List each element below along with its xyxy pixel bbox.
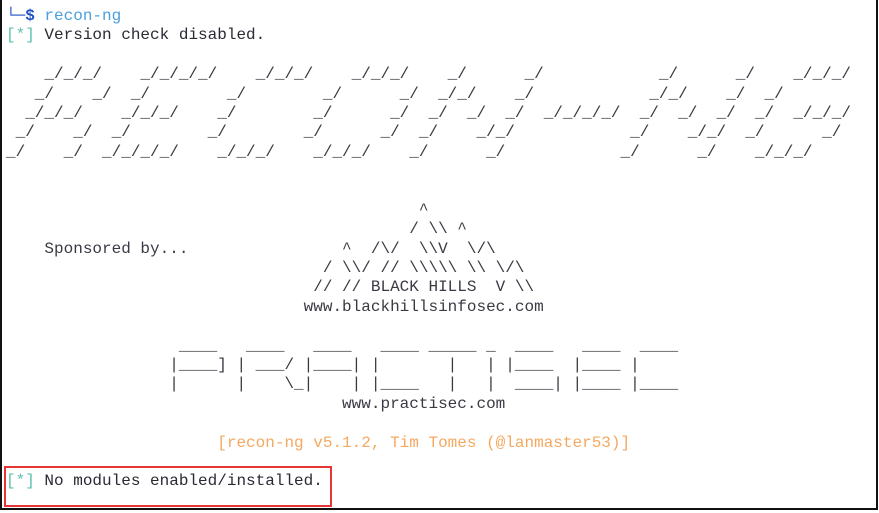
- recon-ng-art-line: _/ _/ _/ _/ _/ _/ _/_/ _/ _/_/ _/ _/: [6, 84, 784, 103]
- terminal-output: └─$ recon-ng [*] Version check disabled. …: [6, 7, 851, 492]
- version-check-message: [*] Version check disabled.: [6, 26, 851, 45]
- highlight-box: [4, 466, 332, 507]
- sponsor-art-line: / \\/ // \\\\\ \\ \/\: [6, 259, 525, 278]
- sponsor-url-line: www.blackhillsinfosec.com: [6, 297, 544, 316]
- sponsor-art-line: // // BLACK HILLS V \\: [6, 278, 535, 297]
- practisec-art-line: | | \_| | |____ | | ____| |____ |____: [6, 375, 679, 394]
- recon-ng-art-line: _/_/_/ _/_/_/ _/ _/ _/ _/ _/ _/ _/_/_/_/…: [6, 103, 851, 122]
- sponsor-art-line: ^: [6, 200, 429, 219]
- command-text: recon-ng: [44, 7, 122, 25]
- version-author-line: [recon-ng v5.1.2, Tim Tomes (@lanmaster5…: [6, 433, 631, 452]
- info-marker: [*]: [6, 26, 35, 45]
- sponsor-art-line: Sponsored by... ^ /\/ \\V \/\: [6, 239, 496, 258]
- recon-ng-art-line: _/ _/ _/_/_/_/ _/_/_/ _/_/_/ _/ _/ _/ _/…: [6, 142, 813, 161]
- prompt-glyph: └─: [6, 7, 26, 25]
- message-text: Version check disabled.: [34, 26, 266, 45]
- sponsor-art-line: / \\ ^: [6, 220, 467, 239]
- practisec-art-line: ____ ____ ____ ____ _____ _ ____ ____ __…: [6, 336, 679, 355]
- prompt-symbol: $: [25, 7, 35, 25]
- prompt-line: └─$ recon-ng: [6, 7, 851, 26]
- practisec-url-line: www.practisec.com: [6, 394, 506, 413]
- recon-ng-art-line: _/_/_/ _/_/_/_/ _/_/_/ _/_/_/ _/ _/ _/ _…: [6, 65, 851, 84]
- recon-ng-art-line: _/ _/ _/ _/ _/ _/ _/ _/_/ _/ _/_/ _/ _/: [6, 123, 842, 142]
- practisec-art-line: |____] | ___/ |____| | | | |____ |____ |: [6, 356, 640, 375]
